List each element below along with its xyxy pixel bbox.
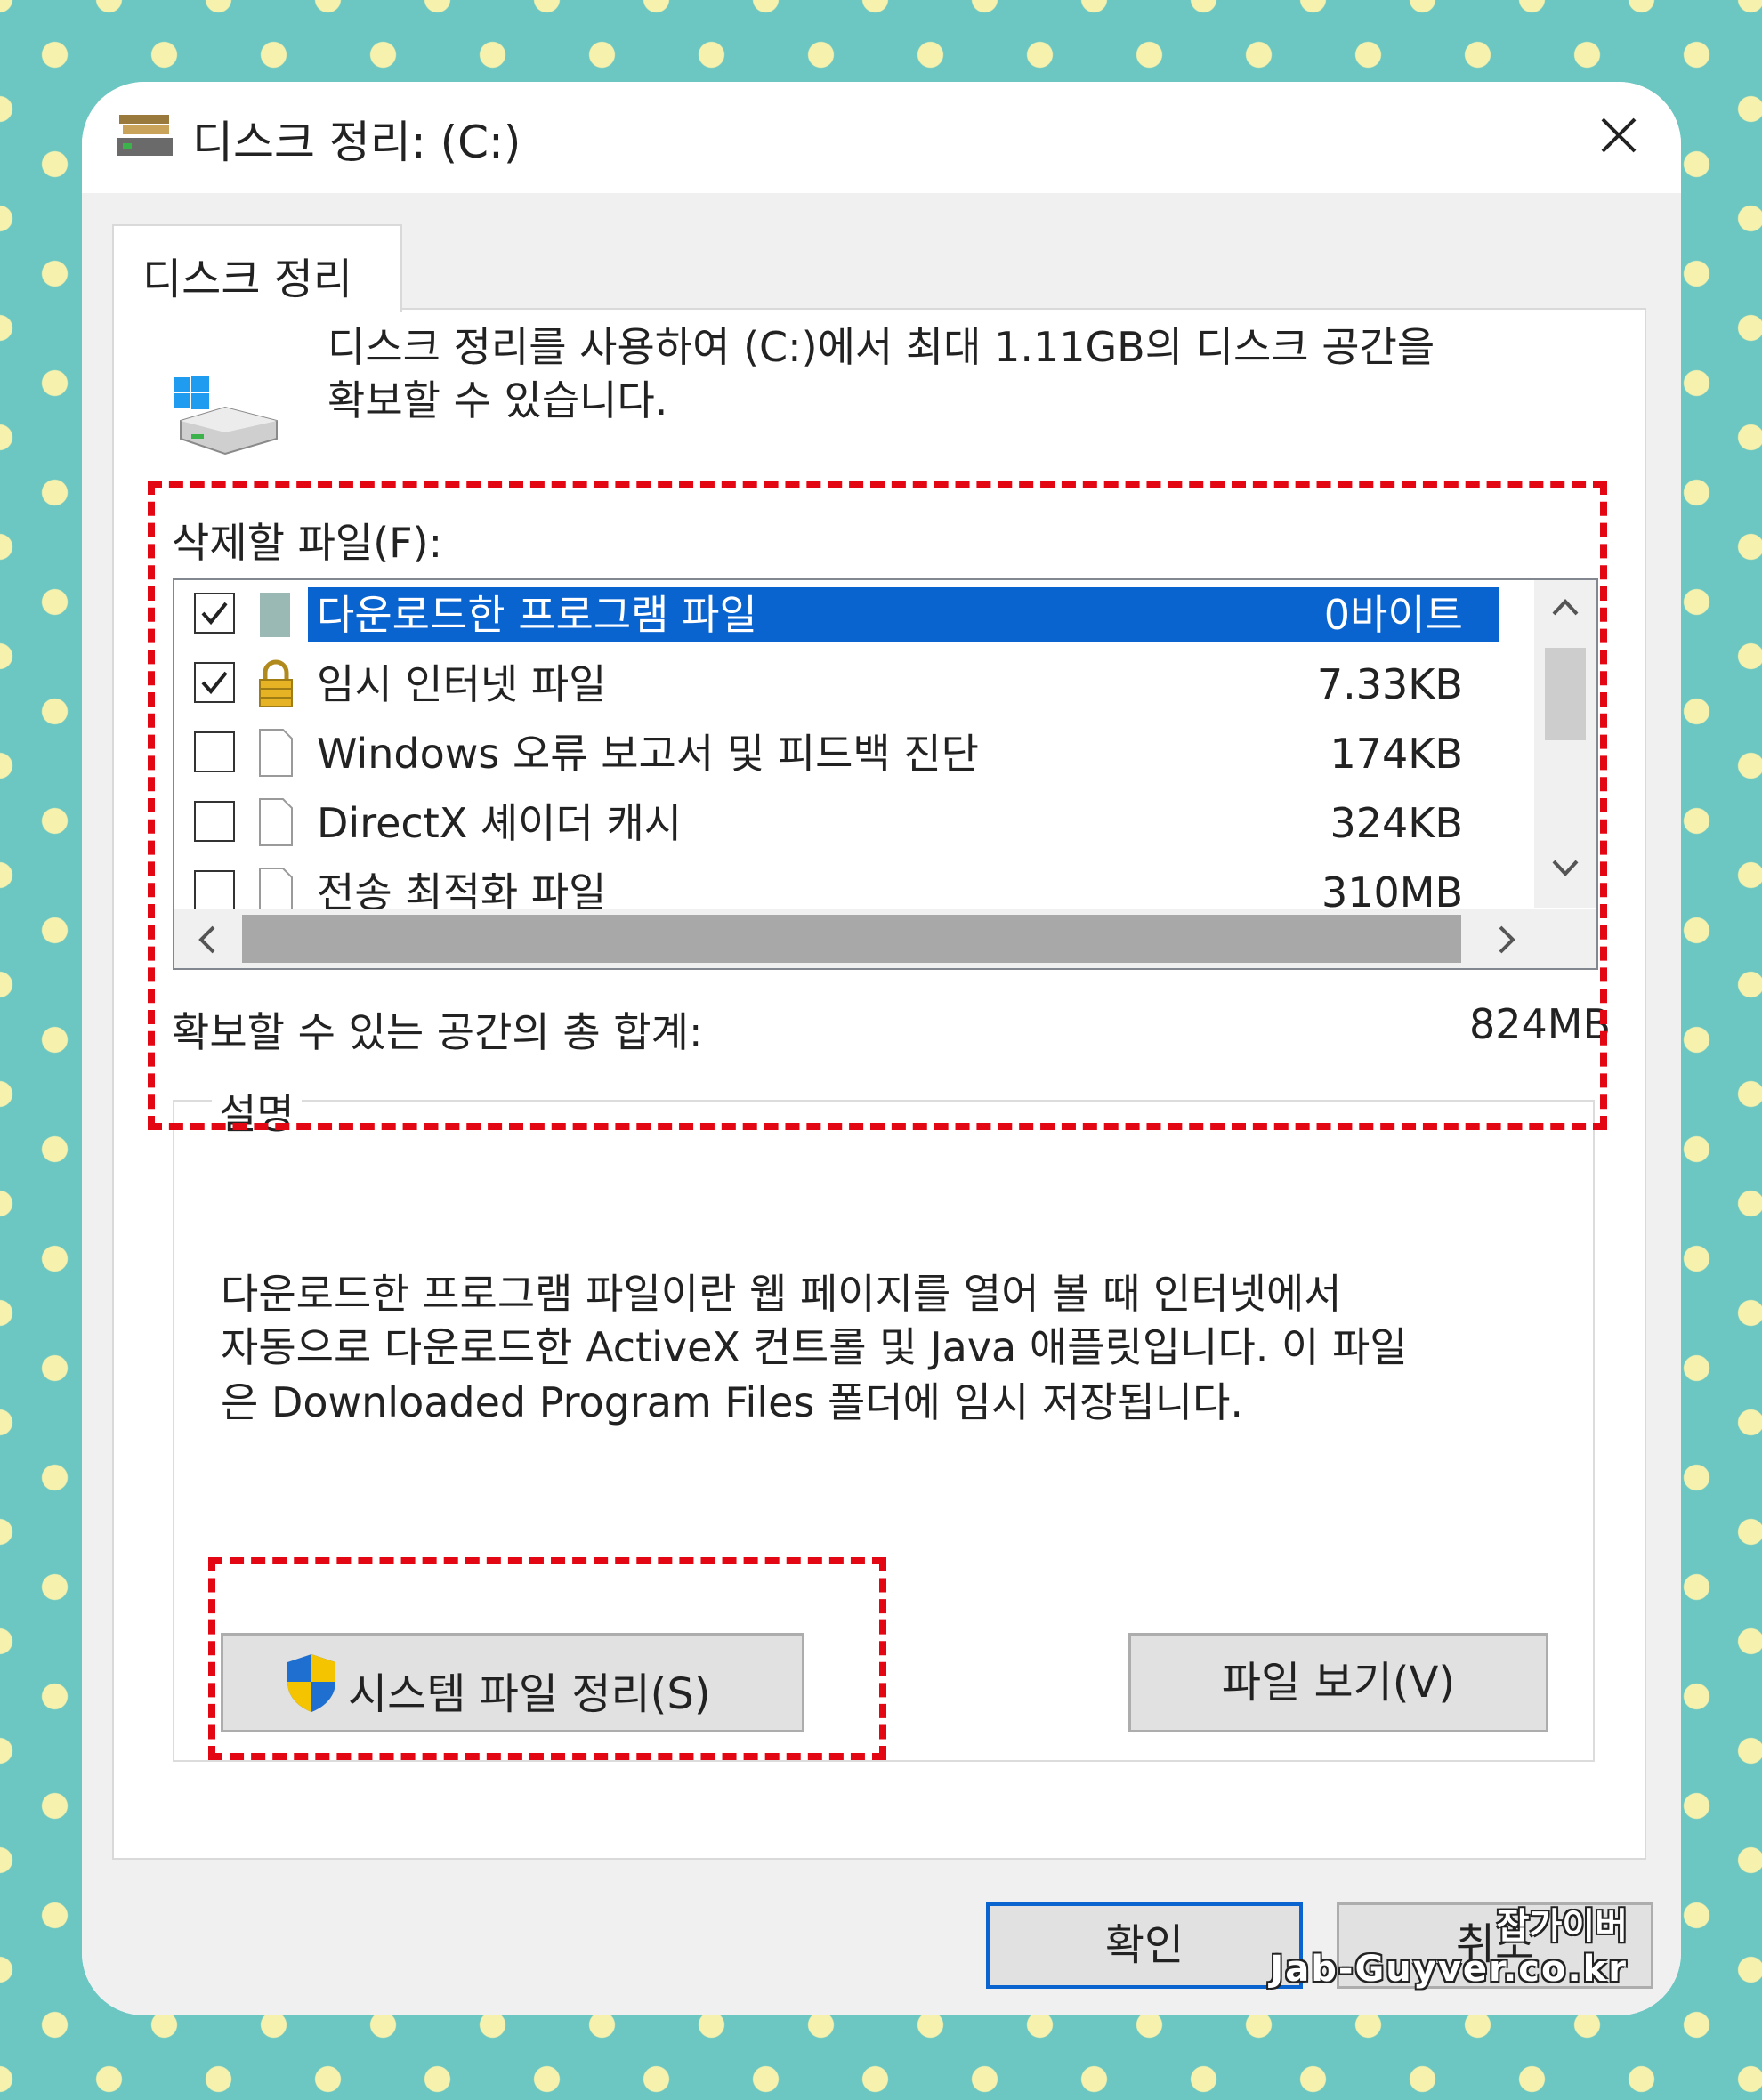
file-icon <box>259 729 293 777</box>
chevron-down-icon[interactable] <box>1547 854 1584 881</box>
watermark-korean: 잡가이버 <box>1496 1906 1628 1947</box>
chevron-right-icon[interactable] <box>1493 922 1520 957</box>
list-item-name: 임시 인터넷 파일 <box>317 660 607 708</box>
shield-icon <box>287 1654 335 1712</box>
window-title: 디스크 정리: (C:) <box>192 117 521 168</box>
list-item-size: 7.33KB <box>1316 660 1463 708</box>
description-line-3: 은 Downloaded Program Files 폴더에 임시 저장됩니다. <box>221 1378 1244 1426</box>
vertical-scroll-thumb[interactable] <box>1545 648 1586 740</box>
total-space-value: 824MB <box>1468 1000 1611 1048</box>
close-icon[interactable] <box>1583 100 1654 171</box>
files-to-delete-list[interactable]: 다운로드한 프로그램 파일 0바이트 임시 인터넷 파일 7.33KB Wind… <box>173 578 1598 970</box>
list-item-name: Windows 오류 보고서 및 피드백 진단 <box>317 730 979 778</box>
list-item[interactable]: 다운로드한 프로그램 파일 0바이트 <box>174 580 1527 650</box>
list-item-size: 324KB <box>1330 799 1463 847</box>
file-icon <box>259 798 293 846</box>
checkbox[interactable] <box>194 801 235 842</box>
ok-button[interactable]: 확인 <box>986 1902 1303 1989</box>
checkbox[interactable] <box>194 870 235 911</box>
chevron-up-icon[interactable] <box>1547 594 1584 621</box>
vertical-scrollbar[interactable] <box>1534 580 1596 908</box>
list-item[interactable]: 임시 인터넷 파일 7.33KB <box>174 650 1527 719</box>
intro-line-1: 디스크 정리를 사용하여 (C:)에서 최대 1.11GB의 디스크 공간을 <box>327 323 1435 371</box>
watermark: 잡가이버 Jab-Guyver.co.kr <box>1270 1897 1628 1990</box>
list-item[interactable]: Windows 오류 보고서 및 피드백 진단 174KB <box>174 719 1527 788</box>
description-line-1: 다운로드한 프로그램 파일이란 웹 페이지를 열어 볼 때 인터넷에서 <box>221 1270 1342 1318</box>
description-line-2: 자동으로 다운로드한 ActiveX 컨트롤 및 Java 애플릿입니다. 이 … <box>221 1323 1408 1371</box>
list-item-name: DirectX 셰이더 캐시 <box>317 799 683 847</box>
checkbox[interactable] <box>194 662 235 703</box>
disk-cleanup-app-icon <box>117 115 173 156</box>
chevron-left-icon[interactable] <box>194 922 221 957</box>
drive-icon <box>174 376 278 456</box>
list-item-size: 174KB <box>1330 730 1463 778</box>
system-file-cleanup-label: 시스템 파일 정리(S) <box>348 1669 711 1719</box>
view-files-button[interactable]: 파일 보기(V) <box>1128 1633 1548 1732</box>
watermark-url: Jab-Guyver.co.kr <box>1270 1949 1628 1990</box>
list-item-size: 0바이트 <box>1323 587 1463 642</box>
lock-icon <box>259 659 293 707</box>
tab-label: 디스크 정리 <box>142 254 353 304</box>
tab-panel: 디스크 정리를 사용하여 (C:)에서 최대 1.11GB의 디스크 공간을 확… <box>112 308 1646 1860</box>
checkbox[interactable] <box>194 731 235 772</box>
title-bar[interactable]: 디스크 정리: (C:) <box>82 82 1681 193</box>
folder-icon <box>260 593 290 637</box>
intro-line-2: 확보할 수 있습니다. <box>327 376 668 424</box>
total-space-label: 확보할 수 있는 공간의 총 합계: <box>172 1008 703 1056</box>
checkbox[interactable] <box>194 593 235 634</box>
screenshot-frame: 디스크 정리: (C:) 디스크 정리 디스크 정리를 사용하여 (C:)에서 … <box>82 82 1681 2015</box>
list-item-name: 다운로드한 프로그램 파일 <box>308 587 1499 642</box>
disk-cleanup-dialog: 디스크 정리: (C:) 디스크 정리 디스크 정리를 사용하여 (C:)에서 … <box>82 82 1681 2015</box>
list-item[interactable]: DirectX 셰이더 캐시 324KB <box>174 788 1527 858</box>
horizontal-scroll-thumb[interactable] <box>242 915 1461 963</box>
files-to-delete-label: 삭제할 파일(F): <box>172 519 443 567</box>
system-file-cleanup-button[interactable]: 시스템 파일 정리(S) <box>221 1633 804 1732</box>
description-title: 설명 <box>212 1082 302 1141</box>
horizontal-scrollbar[interactable] <box>174 909 1596 968</box>
tab-disk-cleanup[interactable]: 디스크 정리 <box>112 224 402 312</box>
